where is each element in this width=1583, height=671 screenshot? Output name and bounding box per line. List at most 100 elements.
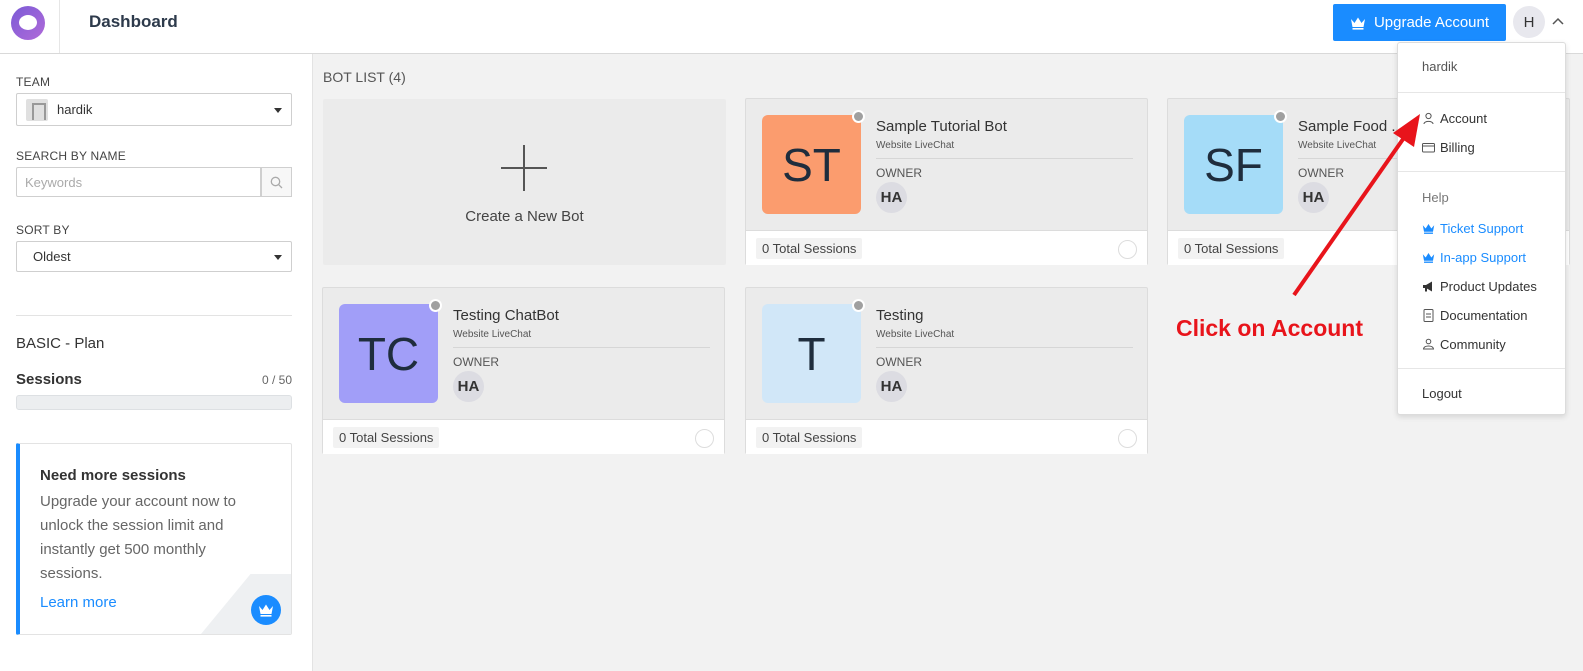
- header-divider: [59, 0, 60, 53]
- sort-select[interactable]: Oldest: [16, 241, 292, 272]
- upgrade-account-button[interactable]: Upgrade Account: [1333, 4, 1506, 41]
- bot-divider: [876, 158, 1133, 159]
- app-logo-icon[interactable]: [11, 6, 45, 40]
- plan-name: BASIC - Plan: [16, 335, 105, 352]
- bot-type: Website LiveChat: [453, 329, 532, 340]
- upsell-card: Need more sessions Upgrade your account …: [16, 443, 292, 635]
- owner-label: OWNER: [453, 355, 499, 369]
- menu-item-ticket-support[interactable]: Ticket Support: [1422, 219, 1523, 237]
- bot-name: Testing ChatBot: [453, 307, 559, 324]
- building-icon: [26, 98, 48, 121]
- bot-card-footer: 0 Total Sessions: [746, 230, 1147, 265]
- menu-item-label: Ticket Support: [1440, 220, 1524, 236]
- bot-card-footer: 0 Total Sessions: [746, 419, 1147, 454]
- caret-down-icon: [274, 108, 282, 113]
- team-select[interactable]: hardik: [16, 93, 292, 126]
- search-label: SEARCH BY NAME: [16, 149, 126, 163]
- caret-down-icon: [274, 255, 282, 260]
- document-icon: [1423, 308, 1434, 322]
- user-avatar[interactable]: H: [1513, 6, 1545, 38]
- upsell-title: Need more sessions: [40, 467, 186, 484]
- bot-more-button[interactable]: [1118, 429, 1137, 448]
- menu-item-in-app-support[interactable]: In-app Support: [1422, 248, 1526, 266]
- learn-more-link[interactable]: Learn more: [40, 594, 117, 611]
- menu-item-product-updates[interactable]: Product Updates: [1422, 277, 1537, 295]
- menu-item-account[interactable]: Account: [1422, 109, 1487, 127]
- bot-type: Website LiveChat: [876, 140, 955, 151]
- menu-item-label: Documentation: [1440, 307, 1528, 323]
- bot-avatar: T: [762, 304, 861, 403]
- crown-icon: [1422, 223, 1435, 234]
- bot-status-dot: [852, 110, 865, 123]
- bot-status-dot: [852, 299, 865, 312]
- search-button[interactable]: [261, 167, 292, 197]
- bot-card-footer: 0 Total Sessions: [323, 419, 724, 454]
- bot-card[interactable]: ST Sample Tutorial Bot Website LiveChat …: [745, 98, 1148, 265]
- bot-type: Website LiveChat: [876, 329, 955, 340]
- plus-icon: [501, 145, 547, 191]
- bot-more-button[interactable]: [695, 429, 714, 448]
- owner-label: OWNER: [876, 166, 922, 180]
- menu-item-label: Community: [1440, 336, 1506, 352]
- card-icon: [1422, 142, 1435, 152]
- bot-sessions-count: 0 Total Sessions: [333, 427, 440, 448]
- owner-avatar: HA: [453, 371, 484, 402]
- account-dropdown-menu: hardik Account Billing Help Ticket Suppo…: [1397, 42, 1566, 415]
- bot-card-body: ST Sample Tutorial Bot Website LiveChat …: [746, 99, 1147, 230]
- bot-divider: [453, 347, 710, 348]
- bot-card[interactable]: T Testing Website LiveChat OWNER HA 0 To…: [745, 287, 1148, 454]
- sidebar-divider: [16, 315, 292, 316]
- bot-avatar: ST: [762, 115, 861, 214]
- bot-avatar: SF: [1184, 115, 1283, 214]
- team-select-value: hardik: [57, 102, 93, 117]
- menu-item-label: Product Updates: [1440, 278, 1537, 294]
- upgrade-account-label: Upgrade Account: [1373, 14, 1490, 31]
- menu-item-logout[interactable]: Logout: [1422, 384, 1462, 402]
- bot-divider: [876, 347, 1133, 348]
- sidebar: TEAM hardik SEARCH BY NAME SORT BY Oldes…: [0, 54, 313, 671]
- bot-card-body: T Testing Website LiveChat OWNER HA: [746, 288, 1147, 419]
- crown-icon: [259, 604, 273, 617]
- bot-list-title: BOT LIST (4): [323, 69, 406, 85]
- upsell-body: Upgrade your account now to unlock the s…: [40, 493, 236, 582]
- crown-icon: [1422, 252, 1435, 263]
- sessions-count: 0 / 50: [261, 373, 292, 387]
- menu-item-documentation[interactable]: Documentation: [1422, 306, 1527, 324]
- sort-select-value: Oldest: [33, 249, 71, 264]
- bot-name: Sample Food ...: [1298, 118, 1404, 135]
- bot-sessions-count: 0 Total Sessions: [756, 427, 863, 448]
- menu-divider: [1398, 92, 1565, 93]
- owner-avatar: HA: [876, 182, 907, 213]
- bot-sessions-count: 0 Total Sessions: [1178, 238, 1285, 259]
- crown-icon: [1350, 17, 1365, 30]
- bot-card[interactable]: TC Testing ChatBot Website LiveChat OWNE…: [322, 287, 725, 454]
- menu-item-label: Billing: [1440, 139, 1475, 155]
- bot-type: Website LiveChat: [1298, 140, 1377, 151]
- menu-help-heading: Help: [1422, 190, 1449, 205]
- bot-avatar: TC: [339, 304, 438, 403]
- megaphone-icon: [1423, 281, 1432, 291]
- search-input[interactable]: [16, 167, 261, 197]
- sort-label: SORT BY: [16, 223, 70, 237]
- user-icon: [1423, 112, 1434, 124]
- menu-item-billing[interactable]: Billing: [1422, 138, 1475, 156]
- chevron-up-icon[interactable]: [1552, 16, 1564, 28]
- owner-label: OWNER: [1298, 166, 1344, 180]
- team-label: TEAM: [16, 75, 51, 89]
- top-header: Dashboard Upgrade Account H: [0, 0, 1583, 54]
- owner-avatar: HA: [876, 371, 907, 402]
- bot-name: Sample Tutorial Bot: [876, 118, 1007, 135]
- menu-item-label: In-app Support: [1440, 249, 1527, 265]
- create-bot-label: Create a New Bot: [465, 208, 584, 225]
- bot-more-button[interactable]: [1118, 240, 1137, 259]
- page-title: Dashboard: [89, 12, 178, 31]
- menu-item-label: Logout: [1422, 385, 1462, 401]
- community-icon: [1422, 338, 1435, 349]
- bot-sessions-count: 0 Total Sessions: [756, 238, 863, 259]
- menu-item-community[interactable]: Community: [1422, 335, 1506, 353]
- bot-status-dot: [1274, 110, 1287, 123]
- menu-username: hardik: [1422, 59, 1458, 74]
- owner-avatar: HA: [1298, 182, 1329, 213]
- menu-divider: [1398, 368, 1565, 369]
- search-icon: [270, 176, 283, 188]
